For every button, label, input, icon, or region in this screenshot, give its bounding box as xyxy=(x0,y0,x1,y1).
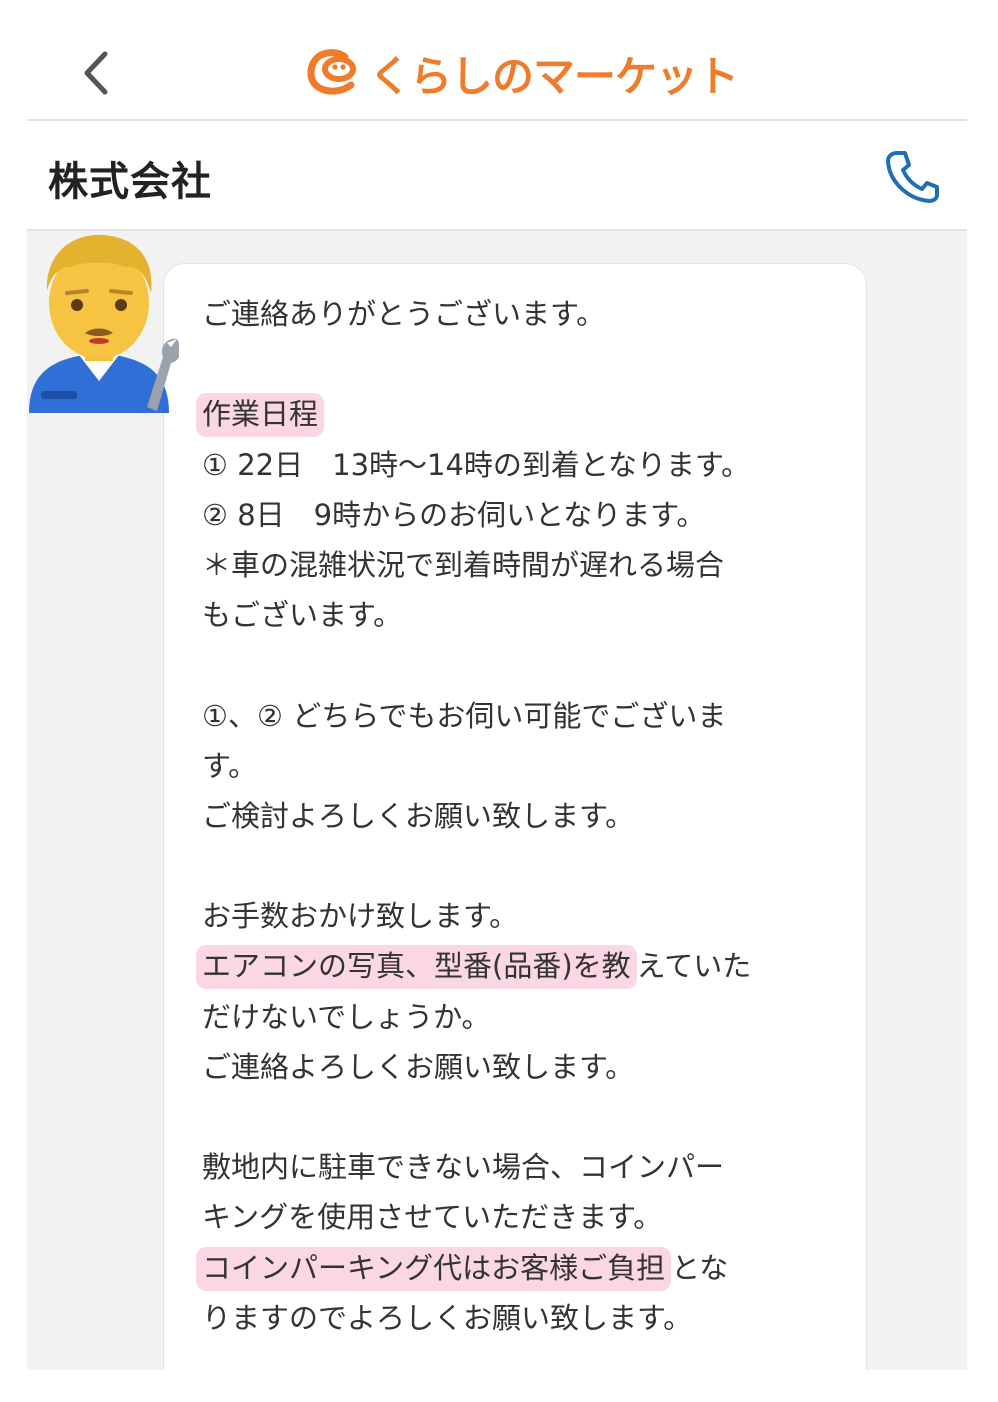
message-line: 敷地内に駐車できない場合、コインパー xyxy=(202,1150,725,1185)
plain-text: えていた xyxy=(636,949,752,984)
message-line: りますのでよろしくお願い致します。 xyxy=(202,1300,693,1335)
plain-text: とな xyxy=(671,1250,729,1285)
message-line: ① 22日 13時〜14時の到着となります。 xyxy=(202,447,751,482)
kurashi-market-logo-icon xyxy=(307,49,356,95)
message-line xyxy=(202,1092,842,1142)
highlighted-text: 作業日程 xyxy=(196,393,325,438)
message-line: ご連絡よろしくお願い致します。 xyxy=(202,1049,635,1084)
message-line: もございます。 xyxy=(202,598,403,633)
message-line: ご検討よろしくお願い致します。 xyxy=(202,798,635,833)
message-line: ＊車の混雑状況で到着時間が遅れる場合 xyxy=(202,547,725,582)
message-text: ご連絡ありがとうございます。 作業日程 ① 22日 13時〜14時の到着となりま… xyxy=(196,289,842,1343)
chevron-left-icon xyxy=(84,51,108,95)
phone-icon xyxy=(886,151,939,203)
shop-bar: 株式会社 xyxy=(27,121,967,231)
message-line xyxy=(202,339,842,389)
message-line xyxy=(202,640,842,690)
call-button[interactable] xyxy=(883,147,941,205)
company-name: 株式会社 xyxy=(48,159,212,205)
message-line: コインパーキング代はお客様ご負担 とな xyxy=(196,1243,842,1293)
message-line: お手数おかけ致します。 xyxy=(202,899,519,934)
message-line: ①、② どちらでもお伺い可能でございま xyxy=(202,698,727,733)
message-line: だけないでしょうか。 xyxy=(202,999,491,1034)
highlighted-text: エアコンの写真、型番(品番)を教 xyxy=(196,945,637,990)
message-line: ② 8日 9時からのお伺いとなります。 xyxy=(202,497,706,532)
app-frame: くらしのマーケット 株式会社 ご連絡ありがとうございます。 作業日程 ① 22日… xyxy=(27,27,967,1370)
message-line: エアコンの写真、型番(品番)を教 えていた xyxy=(196,941,842,991)
message-line: ご連絡ありがとうございます。 xyxy=(202,297,606,331)
message-line: キングを使用させていただきます。 xyxy=(202,1200,663,1235)
kurashi-market-logo[interactable]: くらしのマーケット xyxy=(305,41,739,105)
man-mechanic-emoji xyxy=(29,234,181,413)
app-header: くらしのマーケット xyxy=(27,27,967,121)
sender-avatar xyxy=(27,231,181,413)
message-line: す。 xyxy=(202,748,258,783)
back-button[interactable] xyxy=(71,43,121,103)
message-line xyxy=(202,841,842,891)
logo-text: くらしのマーケット xyxy=(369,51,739,101)
message-line: 作業日程 xyxy=(196,389,842,439)
highlighted-text: コインパーキング代はお客様ご負担 xyxy=(196,1246,672,1291)
